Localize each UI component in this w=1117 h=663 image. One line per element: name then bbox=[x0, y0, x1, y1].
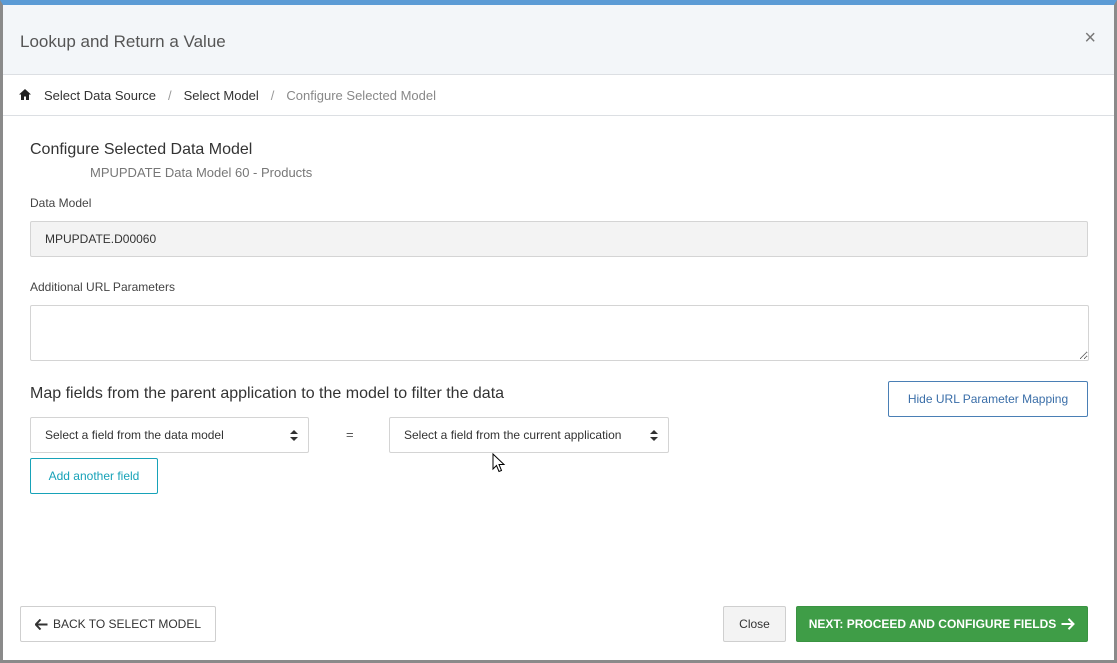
url-params-input[interactable] bbox=[30, 305, 1089, 361]
next-configure-fields-button[interactable]: NEXT: PROCEED AND CONFIGURE FIELDS bbox=[796, 606, 1088, 642]
next-button-label: NEXT: PROCEED AND CONFIGURE FIELDS bbox=[808, 617, 1057, 631]
data-model-label: Data Model bbox=[30, 196, 92, 210]
model-field-select-label: Select a field from the data model bbox=[45, 428, 224, 442]
model-field-select[interactable]: Select a field from the data model bbox=[30, 417, 309, 453]
sort-caret-icon bbox=[290, 430, 298, 441]
dialog-header: Lookup and Return a Value × bbox=[3, 5, 1114, 75]
modal-dialog: Lookup and Return a Value × Select Data … bbox=[0, 0, 1117, 663]
close-button[interactable]: Close bbox=[723, 606, 786, 642]
breadcrumb-separator: / bbox=[270, 87, 275, 103]
add-another-field-button[interactable]: Add another field bbox=[30, 458, 158, 494]
breadcrumb-current: Configure Selected Model bbox=[286, 87, 437, 103]
app-field-select-label: Select a field from the current applicat… bbox=[404, 428, 622, 442]
arrow-left-icon bbox=[34, 618, 48, 630]
equals-sign: = bbox=[346, 427, 354, 442]
url-params-label: Additional URL Parameters bbox=[30, 280, 175, 294]
dialog-title: Lookup and Return a Value bbox=[20, 32, 226, 51]
app-field-select[interactable]: Select a field from the current applicat… bbox=[389, 417, 669, 453]
sort-caret-icon bbox=[650, 430, 658, 441]
arrow-right-icon bbox=[1061, 618, 1076, 630]
back-button-label: BACK TO SELECT MODEL bbox=[52, 617, 202, 631]
hide-url-mapping-button[interactable]: Hide URL Parameter Mapping bbox=[888, 381, 1088, 417]
section-subtitle: MPUPDATE Data Model 60 - Products bbox=[90, 165, 313, 180]
mapping-title: Map fields from the parent application t… bbox=[30, 385, 505, 402]
breadcrumb: Select Data Source / Select Model / Conf… bbox=[3, 75, 1114, 116]
mouse-cursor-icon bbox=[492, 453, 506, 473]
home-icon[interactable] bbox=[18, 88, 34, 102]
breadcrumb-select-data-source[interactable]: Select Data Source bbox=[44, 88, 156, 103]
section-title: Configure Selected Data Model bbox=[30, 141, 253, 158]
close-icon[interactable]: × bbox=[1084, 28, 1096, 48]
back-to-select-model-button[interactable]: BACK TO SELECT MODEL bbox=[20, 606, 216, 642]
breadcrumb-separator: / bbox=[168, 87, 172, 103]
data-model-field: MPUPDATE.D00060 bbox=[30, 221, 1088, 257]
breadcrumb-select-model[interactable]: Select Model bbox=[184, 88, 259, 103]
